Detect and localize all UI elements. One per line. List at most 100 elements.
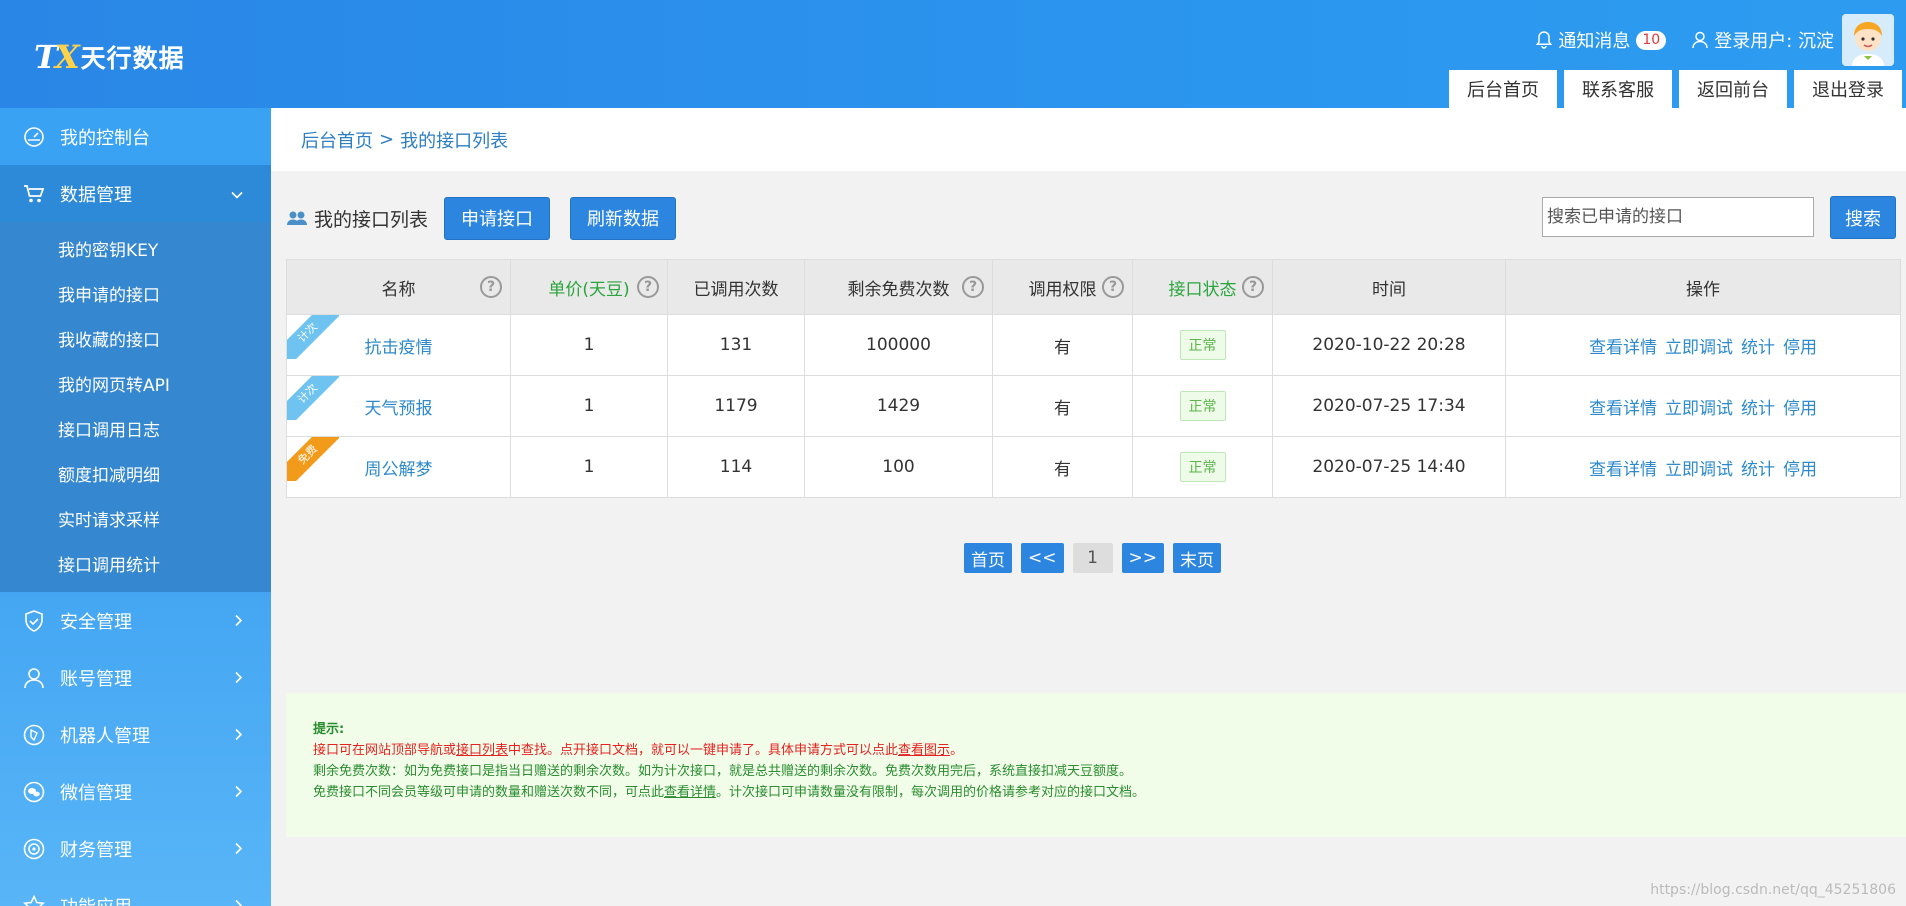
sidebar-subitem-request-sampling[interactable]: 实时请求采样 (0, 496, 271, 541)
billing-tag-ribbon: 免费 (287, 437, 339, 481)
sidebar-subitem-applied-apis[interactable]: 我申请的接口 (0, 271, 271, 316)
next-page-button[interactable]: >> (1121, 543, 1164, 573)
chevron-right-icon (235, 668, 243, 687)
prev-page-button[interactable]: << (1021, 543, 1064, 573)
tab-contact-support[interactable]: 联系客服 (1564, 70, 1672, 108)
wechat-icon (22, 780, 46, 804)
api-list-link[interactable]: 接口列表 (456, 743, 508, 758)
sidebar-item-account[interactable]: 账号管理 (0, 649, 271, 706)
cell-calls: 114 (667, 436, 805, 498)
top-header: TX 天行数据 通知消息 10 登录用户: 沉淀 后台首页 联系客服 返回前台 … (0, 0, 1906, 108)
search-button[interactable]: 搜索 (1830, 196, 1896, 239)
logo-mark: TX (34, 38, 80, 76)
tab-logout[interactable]: 退出登录 (1794, 70, 1902, 108)
tab-admin-home[interactable]: 后台首页 (1449, 70, 1557, 108)
billing-tag-ribbon: 计次 (287, 315, 339, 359)
sidebar-subitem-webpage-to-api[interactable]: 我的网页转API (0, 361, 271, 406)
cell-actions: 查看详情 立即调试 统计 停用 (1505, 375, 1901, 437)
column-header-calls: 已调用次数 (667, 259, 805, 315)
disable-link[interactable]: 停用 (1783, 399, 1817, 419)
billing-tag-label: 计次 (287, 376, 339, 420)
sidebar-item-label: 数据管理 (60, 184, 132, 206)
sidebar-subitem-quota-deductions[interactable]: 额度扣减明细 (0, 451, 271, 496)
last-page-button[interactable]: 末页 (1173, 543, 1221, 573)
tab-back-to-front[interactable]: 返回前台 (1679, 70, 1787, 108)
tips-line-1: 接口可在网站顶部导航或接口列表中查找。点开接口文档，就可以一键申请了。具体申请方… (313, 740, 1879, 761)
column-header-label: 操作 (1686, 279, 1720, 300)
table-row: 计次 天气预报 1 1179 1429 有 正常 2020-07-25 17:3… (286, 375, 1901, 437)
breadcrumb-home-link[interactable]: 后台首页 (301, 127, 373, 153)
user-icon (1692, 31, 1708, 49)
cell-calls: 1179 (667, 375, 805, 437)
help-icon[interactable]: ? (962, 276, 984, 298)
search-input[interactable] (1542, 197, 1814, 237)
disable-link[interactable]: 停用 (1783, 338, 1817, 358)
sidebar-item-finance[interactable]: 财务管理 (0, 820, 271, 877)
cell-price: 1 (510, 314, 668, 376)
user-info[interactable]: 登录用户: 沉淀 (1692, 27, 1834, 53)
view-details-link[interactable]: 查看详情 (1589, 460, 1657, 480)
sidebar-item-robot[interactable]: 机器人管理 (0, 706, 271, 763)
first-page-button[interactable]: 首页 (964, 543, 1012, 573)
pagination: 首页 << 1 >> 末页 (964, 543, 1230, 573)
debug-now-link[interactable]: 立即调试 (1665, 399, 1733, 419)
sidebar-subitem-favorite-apis[interactable]: 我收藏的接口 (0, 316, 271, 361)
sidebar-subitem-api-key[interactable]: 我的密钥KEY (0, 226, 271, 271)
statistics-link[interactable]: 统计 (1741, 460, 1775, 480)
help-icon[interactable]: ? (480, 276, 502, 298)
api-name-link[interactable]: 天气预报 (365, 399, 433, 419)
debug-now-link[interactable]: 立即调试 (1665, 338, 1733, 358)
cell-time: 2020-07-25 14:40 (1272, 436, 1506, 498)
shield-icon (22, 609, 46, 633)
cell-time: 2020-10-22 20:28 (1272, 314, 1506, 376)
cell-price: 1 (510, 436, 668, 498)
refresh-data-button[interactable]: 刷新数据 (570, 196, 677, 240)
help-icon[interactable]: ? (637, 276, 659, 298)
cell-calls: 131 (667, 314, 805, 376)
apply-api-button[interactable]: 申请接口 (444, 196, 551, 240)
view-details-link[interactable]: 查看详情 (1589, 338, 1657, 358)
table-row: 计次 抗击疫情 1 131 100000 有 正常 2020-10-22 20:… (286, 314, 1901, 376)
sidebar-item-features[interactable]: 功能应用 (0, 877, 271, 906)
sidebar-subitem-call-log[interactable]: 接口调用日志 (0, 406, 271, 451)
cell-permission: 有 (992, 314, 1133, 376)
logo[interactable]: TX 天行数据 (34, 38, 185, 76)
sidebar-item-security[interactable]: 安全管理 (0, 592, 271, 649)
tips-text: 。计次接口可申请数量没有限制，每次调用的价格请参考对应的接口文档。 (716, 785, 1146, 800)
sidebar-item-console[interactable]: 我的控制台 (0, 108, 271, 165)
breadcrumb-current: 我的接口列表 (400, 130, 509, 152)
avatar[interactable] (1842, 14, 1894, 66)
star-icon (22, 894, 46, 906)
tips-panel: 提示: 接口可在网站顶部导航或接口列表中查找。点开接口文档，就可以一键申请了。具… (286, 693, 1906, 837)
watermark: https://blog.csdn.net/qq_45251806 (1650, 882, 1896, 898)
column-header-label: 调用权限 (1028, 279, 1097, 300)
sidebar-item-label: 财务管理 (60, 839, 132, 861)
sidebar-subitem-call-statistics[interactable]: 接口调用统计 (0, 541, 271, 586)
api-table: 名称? 单价(天豆)? 已调用次数 剩余免费次数? 调用权限? 接口状态? 时间… (286, 259, 1901, 498)
dashboard-icon (22, 125, 46, 149)
sidebar-item-wechat[interactable]: 微信管理 (0, 763, 271, 820)
compass-icon (22, 723, 46, 747)
view-details-link[interactable]: 查看详情 (1589, 399, 1657, 419)
notice-count-badge: 10 (1636, 30, 1667, 50)
notice-label: 通知消息 (1558, 31, 1631, 52)
help-icon[interactable]: ? (1102, 276, 1124, 298)
cart-icon (22, 182, 46, 206)
tips-line-3: 免费接口不同会员等级可申请的数量和赠送次数不同，可点此查看详情。计次接口可申请数… (313, 782, 1879, 803)
chevron-right-icon (235, 839, 243, 858)
debug-now-link[interactable]: 立即调试 (1665, 460, 1733, 480)
disable-link[interactable]: 停用 (1783, 460, 1817, 480)
cell-free-remaining: 1429 (804, 375, 993, 437)
help-icon[interactable]: ? (1242, 276, 1264, 298)
api-name-link[interactable]: 抗击疫情 (365, 338, 433, 358)
statistics-link[interactable]: 统计 (1741, 338, 1775, 358)
billing-tag-label: 计次 (287, 315, 339, 359)
view-details-tip-link[interactable]: 查看详情 (664, 785, 716, 800)
notice-link[interactable]: 通知消息 10 (1536, 27, 1667, 53)
view-diagram-link[interactable]: 查看图示 (898, 743, 950, 758)
statistics-link[interactable]: 统计 (1741, 399, 1775, 419)
api-name-link[interactable]: 周公解梦 (365, 460, 433, 480)
current-page[interactable]: 1 (1072, 543, 1113, 573)
cell-free-remaining: 100 (804, 436, 993, 498)
sidebar-item-data-management[interactable]: 数据管理 (0, 165, 271, 222)
